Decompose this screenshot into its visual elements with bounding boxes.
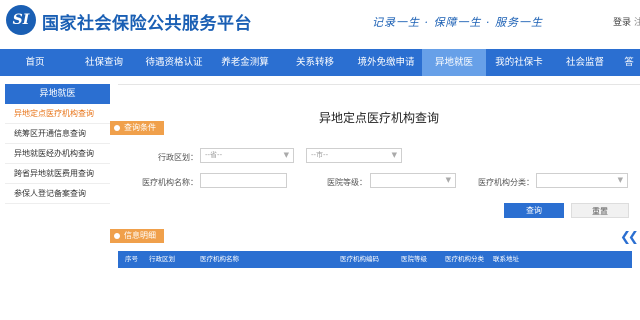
query-conditions-tag: 查询条件 [110, 121, 164, 135]
main-content: 异地定点医疗机构查询 查询条件 行政区划： --省-- ▼ --市-- ▼ 医疗… [110, 84, 640, 320]
col-hospital-category: 医疗机构分类 [445, 255, 484, 263]
hospital-category-label: 医疗机构分类： [478, 178, 534, 187]
nav-answer[interactable]: 答 [618, 49, 640, 76]
city-select[interactable]: --市-- ▼ [306, 148, 402, 163]
nav-qualification-auth[interactable]: 待遇资格认证 [138, 49, 210, 76]
region-label: 行政区划： [158, 153, 198, 162]
page-title: 异地定点医疗机构查询 [318, 111, 439, 125]
site-header: SI 国家社会保险公共服务平台 记录一生 · 保障一生 · 服务一生 登录 注 [0, 0, 640, 48]
province-select-value: --省-- [205, 151, 223, 159]
si-logo[interactable]: SI [6, 5, 36, 35]
hospital-name-label: 医疗机构名称： [142, 178, 198, 187]
nav-social-security-query[interactable]: 社保查询 [70, 49, 138, 76]
nav-social-supervision[interactable]: 社会监督 [552, 49, 618, 76]
nav-my-social-card[interactable]: 我的社保卡 [486, 49, 552, 76]
sidebar-item-agency-query[interactable]: 异地就医经办机构查询 [5, 144, 110, 164]
nav-home[interactable]: 首页 [0, 49, 70, 76]
sidebar-heading: 异地就医 [5, 84, 110, 104]
chevron-down-icon: ▼ [283, 151, 289, 159]
col-hospital-level: 医院等级 [401, 255, 427, 263]
col-contact-address: 联系地址 [493, 255, 519, 263]
col-hospital-code: 医疗机构编码 [340, 255, 379, 263]
reset-button[interactable]: 重置 [571, 203, 629, 218]
nav-overseas-exemption[interactable]: 境外免缴申请 [350, 49, 422, 76]
main-nav: 首页 社保查询 待遇资格认证 养老金测算 关系转移 境外免缴申请 异地就医 我的… [0, 49, 640, 76]
double-chevron-left-icon[interactable]: ❮❮ [620, 230, 639, 245]
col-hospital-name: 医疗机构名称 [200, 255, 239, 263]
col-region: 行政区划 [149, 255, 175, 263]
nav-remote-medical[interactable]: 异地就医 [422, 49, 486, 76]
province-select[interactable]: --省-- ▼ [200, 148, 294, 163]
col-index: 序号 [125, 255, 138, 263]
query-button[interactable]: 查询 [504, 203, 564, 218]
chevron-down-icon: ▼ [391, 151, 397, 159]
sidebar-item-hospital-query[interactable]: 异地定点医疗机构查询 [5, 104, 110, 124]
sidebar-item-region-info[interactable]: 统筹区开通信息查询 [5, 124, 110, 144]
nav-relation-transfer[interactable]: 关系转移 [280, 49, 350, 76]
hospital-name-input[interactable] [200, 173, 287, 188]
site-title[interactable]: 国家社会保险公共服务平台 [42, 9, 252, 34]
hospital-category-select[interactable]: ▼ [536, 173, 628, 188]
city-select-value: --市-- [311, 151, 329, 159]
results-table-header: 序号 行政区划 医疗机构名称 医疗机构编码 医院等级 医疗机构分类 联系地址 [118, 251, 632, 268]
chevron-down-icon: ▼ [617, 176, 623, 184]
sidebar: 异地就医 异地定点医疗机构查询 统筹区开通信息查询 异地就医经办机构查询 跨省异… [5, 84, 110, 204]
hospital-level-label: 医院等级： [327, 178, 367, 187]
chevron-down-icon: ▼ [445, 176, 451, 184]
hospital-level-select[interactable]: ▼ [370, 173, 456, 188]
register-link[interactable]: 注 [634, 15, 640, 28]
sidebar-item-registration-query[interactable]: 参保人登记备案查询 [5, 184, 110, 204]
sidebar-item-cost-query[interactable]: 跨省异地就医费用查询 [5, 164, 110, 184]
nav-pension-calc[interactable]: 养老金测算 [210, 49, 280, 76]
info-detail-tag: 信息明细 [110, 229, 164, 243]
slogan: 记录一生 · 保障一生 · 服务一生 [372, 16, 543, 29]
login-link[interactable]: 登录 [613, 15, 631, 28]
